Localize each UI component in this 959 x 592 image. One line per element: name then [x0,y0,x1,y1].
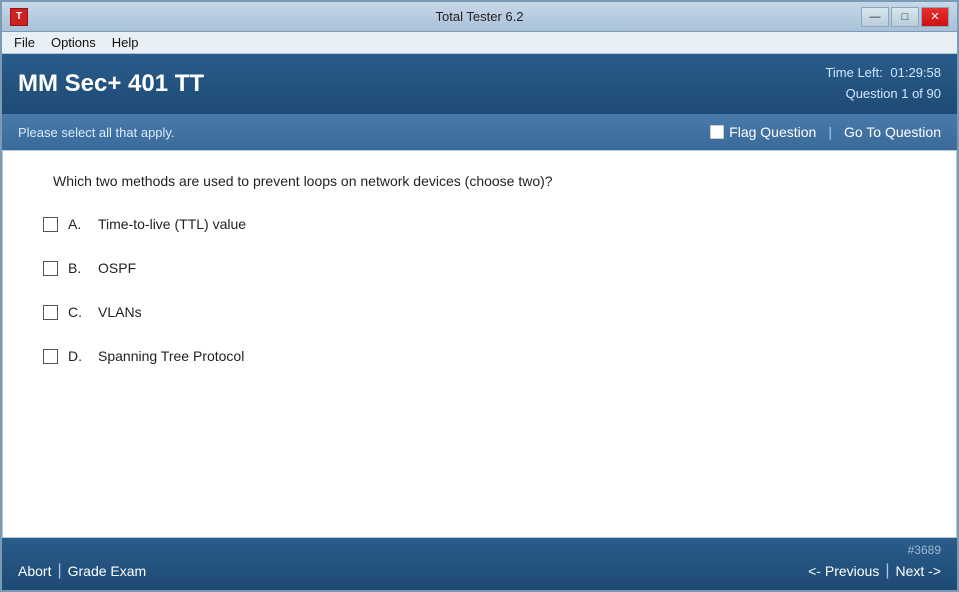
answer-text-b: OSPF [98,260,136,276]
question-id: #3689 [908,543,941,557]
header-bar: MM Sec+ 401 TT Time Left: 01:29:58 Quest… [2,54,957,114]
time-left-label: Time Left: [825,65,882,80]
answer-option-c: C. VLANs [33,304,926,320]
header-separator: | [828,124,832,140]
window-title: Total Tester 6.2 [436,9,524,24]
title-bar-left: T [10,8,28,26]
footer-right: <- Previous | Next -> [808,559,941,583]
answer-text-a: Time-to-live (TTL) value [98,216,246,232]
flag-question-control[interactable]: Flag Question [710,124,816,140]
checkbox-d[interactable] [43,349,58,364]
footer-nav-row: Abort | Grade Exam <- Previous | Next -> [18,559,941,589]
answer-option-b: B. OSPF [33,260,926,276]
close-button[interactable]: ✕ [921,7,949,27]
next-button[interactable]: Next -> [895,559,941,583]
footer-sep1: | [57,562,61,580]
goto-question-button[interactable]: Go To Question [844,124,941,140]
minimize-button[interactable]: — [861,7,889,27]
menu-help[interactable]: Help [104,33,147,52]
answer-label-b: B. [68,260,98,276]
app-icon: T [10,8,28,26]
content-area: Which two methods are used to prevent lo… [2,150,957,538]
footer-left: Abort | Grade Exam [18,559,146,583]
answer-text-d: Spanning Tree Protocol [98,348,244,364]
flag-checkbox[interactable] [710,125,724,139]
checkbox-b[interactable] [43,261,58,276]
answer-option-a: A. Time-to-live (TTL) value [33,216,926,232]
time-left-value: 01:29:58 [890,65,941,80]
maximize-button[interactable]: □ [891,7,919,27]
answer-option-d: D. Spanning Tree Protocol [33,348,926,364]
answer-label-c: C. [68,304,98,320]
answer-label-d: D. [68,348,98,364]
checkbox-a[interactable] [43,217,58,232]
footer-inner: #3689 Abort | Grade Exam <- Previous | N… [18,539,941,589]
flag-question-label: Flag Question [729,124,816,140]
footer: #3689 Abort | Grade Exam <- Previous | N… [2,538,957,590]
sub-header: Please select all that apply. Flag Quest… [2,114,957,150]
abort-button[interactable]: Abort [18,559,51,583]
header-right: Time Left: 01:29:58 Question 1 of 90 [825,63,941,105]
menu-file[interactable]: File [6,33,43,52]
checkbox-c[interactable] [43,305,58,320]
grade-exam-button[interactable]: Grade Exam [68,559,147,583]
instruction-text: Please select all that apply. [18,125,175,140]
exam-title: MM Sec+ 401 TT [18,70,204,98]
footer-id-row: #3689 [18,539,941,559]
answer-label-a: A. [68,216,98,232]
time-left-row: Time Left: 01:29:58 [825,63,941,84]
title-bar: T Total Tester 6.2 — □ ✕ [2,2,957,32]
footer-sep2: | [885,562,889,580]
menu-bar: File Options Help [2,32,957,54]
menu-options[interactable]: Options [43,33,104,52]
answer-text-c: VLANs [98,304,142,320]
sub-header-right: Flag Question | Go To Question [710,124,941,140]
question-text: Which two methods are used to prevent lo… [33,171,926,192]
window-controls: — □ ✕ [861,7,949,27]
previous-button[interactable]: <- Previous [808,559,879,583]
question-info: Question 1 of 90 [825,84,941,105]
